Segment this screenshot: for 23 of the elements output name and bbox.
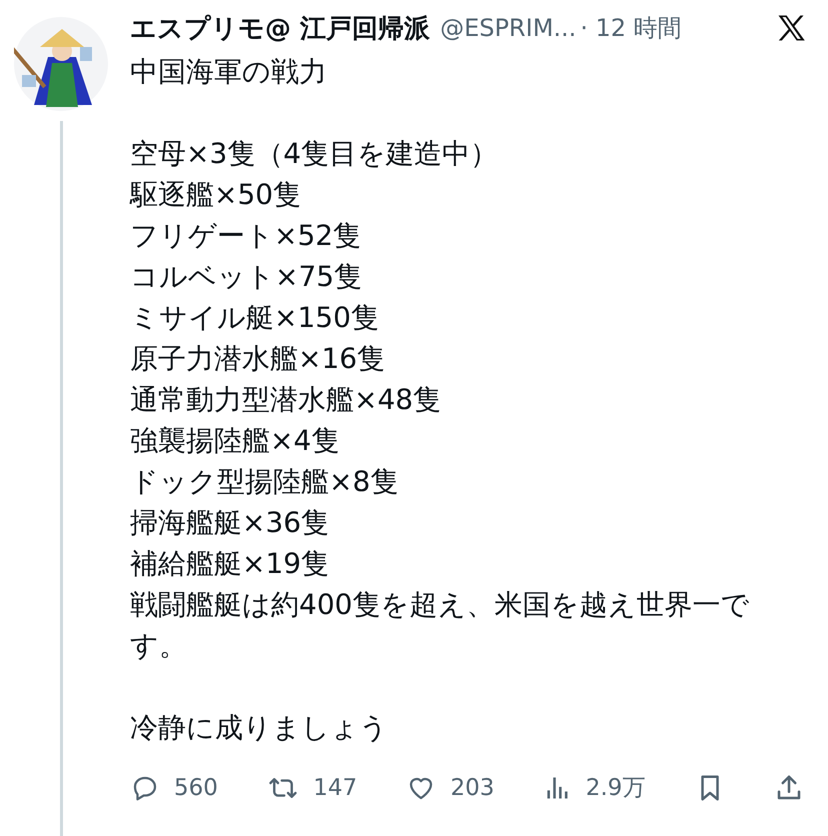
action-count: 147 (313, 774, 358, 800)
post-text-line: 戦闘艦艇は約400隻を超え、米国を越え世界一です。 (130, 587, 750, 664)
post-time[interactable]: · 12 時間 (580, 12, 682, 44)
post-text-line: 補給艦艇×19隻 (130, 546, 330, 582)
post-text-line: 中国海軍の戦力 (130, 54, 328, 90)
post-text-line: 駆逐艦×50隻 (130, 177, 302, 213)
post-text-line: フリゲート×52隻 (130, 218, 362, 254)
author-handle[interactable]: @ESPRIM... (440, 14, 576, 42)
avatar[interactable] (14, 17, 108, 111)
post-text-line: 掃海艦艇×36隻 (130, 505, 330, 541)
post-text-line: 強襲揚陸艦×4隻 (130, 423, 340, 459)
post-text-line: 原子力潜水艦×16隻 (130, 341, 386, 377)
action-count: 203 (450, 774, 494, 800)
action-count: 2.9万 (586, 774, 646, 803)
post-text-line: ミサイル艇×150隻 (130, 300, 380, 336)
post-text-line: コルベット×75隻 (130, 259, 364, 295)
post-text-line: 通常動力型潜水艦×48隻 (130, 382, 442, 418)
action-count: 560 (174, 774, 218, 800)
x-logo-icon[interactable] (776, 13, 806, 43)
post-text-line: 冷静に成りましょう (130, 710, 389, 746)
author-name[interactable]: エスプリモ@ 江戸回帰派 (130, 10, 430, 46)
post-text-line: ドック型揚陸艦×8隻 (130, 464, 400, 500)
post-text-line: 空母×3隻（4隻目を建造中） (130, 136, 500, 172)
